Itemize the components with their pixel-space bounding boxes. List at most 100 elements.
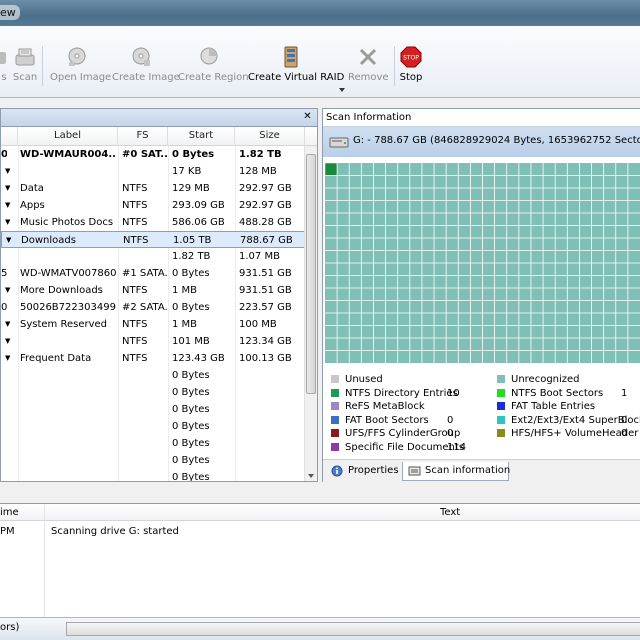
row-fs [122, 248, 167, 265]
table-row[interactable]: ▼ 17 KB 128 MB [1, 163, 305, 180]
raid-dropdown-arrow[interactable] [339, 88, 345, 92]
expand-arrow-icon[interactable] [5, 248, 15, 265]
status-bar: ors) [0, 617, 640, 640]
table-row[interactable]: 0 Bytes [1, 401, 305, 418]
create-virtual-raid-button[interactable]: Create Virtual RAID [248, 46, 344, 96]
table-row[interactable]: 0...WD-WMAUR004...#0 SAT...0 Bytes1.82 T… [1, 146, 305, 163]
row-size: 488.28 GB [239, 217, 292, 228]
table-row[interactable]: ▼ More Downloads NTFS 1 MB 931.51 GB [1, 282, 305, 299]
row-fs [122, 367, 167, 384]
table-row[interactable]: 0 Bytes [1, 384, 305, 401]
expand-arrow-icon[interactable] [5, 469, 15, 481]
row-fs: NTFS [122, 336, 148, 347]
row-fs: NTFS [122, 353, 148, 364]
expand-arrow-icon[interactable]: ▼ [5, 214, 15, 231]
legend-label: FAT Boot Sectors [345, 414, 429, 426]
column-header-label[interactable]: Label [18, 127, 118, 146]
ribbon-toolbar: s Scan Open Image Create Image Create Re… [0, 26, 640, 98]
column-header-start[interactable]: Start [168, 127, 235, 146]
expand-arrow-icon[interactable] [5, 401, 15, 418]
column-header-size[interactable]: Size [235, 127, 305, 146]
row-fs: NTFS [122, 217, 148, 228]
scan-button[interactable]: Scan [12, 46, 38, 96]
row-fs [122, 469, 167, 481]
expand-arrow-icon[interactable] [5, 146, 15, 163]
row-label: WD-WMAUR004... [20, 149, 116, 160]
log-column-text[interactable]: Text [440, 504, 460, 521]
table-row[interactable]: 0 Bytes [1, 418, 305, 435]
table-row[interactable]: ▼ Downloads NTFS 1.05 TB 788.67 GB [1, 231, 305, 248]
legend-entry: UFS/FFS CylinderGroup 0 [331, 427, 491, 440]
expand-arrow-icon[interactable]: ▼ [5, 316, 15, 333]
log-row[interactable]: PM Scanning drive G: started [0, 523, 640, 540]
expand-arrow-icon[interactable] [5, 452, 15, 469]
row-size: 123.34 GB [239, 336, 292, 347]
expand-arrow-icon[interactable]: ▼ [5, 180, 15, 197]
expand-arrow-icon[interactable]: ▼ [5, 163, 15, 180]
tab-scan-information[interactable]: Scan information [402, 462, 510, 481]
create-region-button[interactable]: Create Region [178, 46, 249, 96]
open-image-button[interactable]: Open Image [50, 46, 111, 96]
table-row[interactable]: ▼ Apps NTFS 293.09 GB 292.97 GB [1, 197, 305, 214]
row-size [239, 469, 303, 481]
legend-value: 0 [447, 414, 454, 426]
legend-label: Unrecognized [511, 374, 580, 385]
table-row[interactable]: ▼ Data NTFS 129 MB 292.97 GB [1, 180, 305, 197]
tab-properties[interactable]: Properties [326, 462, 402, 481]
remove-button[interactable]: Remove [348, 46, 389, 96]
expand-arrow-icon[interactable]: ▼ [5, 197, 15, 214]
legend-swatch [497, 415, 505, 424]
table-row[interactable]: ▼ Frequent Data NTFS 123.43 GB 100.13 GB [1, 350, 305, 367]
title-bar[interactable]: ew [0, 0, 640, 26]
row-label: 50026B7223034999 [20, 302, 116, 313]
row-fs [122, 384, 167, 401]
table-row[interactable]: 5WD-WMATV0078603#1 SATA...0 Bytes931.51 … [1, 265, 305, 282]
table-row[interactable]: 1.82 TB 1.07 MB [1, 248, 305, 265]
table-row[interactable]: 0 Bytes [1, 435, 305, 452]
close-icon[interactable]: ✕ [301, 111, 314, 124]
table-row[interactable]: ▼ System Reserved NTFS 1 MB 100 MB [1, 316, 305, 333]
expand-arrow-icon[interactable] [5, 299, 15, 316]
expand-arrow-icon[interactable] [5, 418, 15, 435]
row-start: 17 KB [172, 166, 202, 177]
open-image-icon [68, 47, 86, 66]
scrollbar-thumb[interactable] [306, 154, 316, 394]
table-row[interactable]: 0 Bytes [1, 469, 305, 481]
row-label [20, 333, 116, 350]
scroll-down-arrow[interactable] [308, 474, 314, 478]
expand-arrow-icon[interactable] [5, 367, 15, 384]
row-fs: NTFS [122, 319, 148, 330]
table-row[interactable]: 050026B7223034999#2 SATA...0 Bytes223.57… [1, 299, 305, 316]
legend-value: 10 [447, 387, 460, 399]
row-size: 931.51 GB [239, 285, 292, 296]
row-label: Data [20, 183, 44, 194]
row-fs [122, 418, 167, 435]
expand-arrow-icon[interactable]: ▼ [5, 282, 15, 299]
column-header-fs[interactable]: FS [118, 127, 168, 146]
table-row[interactable]: ▼ Music Photos Docs NTFS 586.06 GB 488.28 GB [1, 214, 305, 231]
table-row[interactable]: 0 Bytes [1, 367, 305, 384]
legend-value: 0 [621, 414, 628, 426]
expand-arrow-icon[interactable]: ▼ [6, 232, 16, 249]
log-column-time[interactable]: ime [0, 504, 19, 521]
expand-arrow-icon[interactable] [5, 384, 15, 401]
partial-toolbar-button[interactable]: s [0, 46, 8, 96]
stop-button[interactable]: STOP Stop [398, 46, 424, 96]
legend-entry: HFS/HFS+ VolumeHeader 0 [497, 427, 638, 440]
expand-arrow-icon[interactable] [5, 435, 15, 452]
create-image-button[interactable]: Create Image [112, 46, 180, 96]
expand-arrow-icon[interactable]: ▼ [5, 333, 15, 350]
legend-swatch [331, 375, 339, 383]
drives-vertical-scrollbar[interactable] [304, 146, 317, 481]
row-size [239, 401, 303, 418]
expand-arrow-icon[interactable]: ▼ [5, 350, 15, 367]
row-start: 0 Bytes [172, 268, 210, 279]
column-header-name[interactable] [1, 127, 18, 146]
log-time: PM [0, 526, 15, 537]
table-row[interactable]: 0 Bytes [1, 452, 305, 469]
legend-value: 0 [447, 428, 454, 440]
table-row[interactable]: ▼ NTFS 101 MB 123.34 GB [1, 333, 305, 350]
properties-icon [331, 465, 343, 477]
expand-arrow-icon[interactable] [5, 265, 15, 282]
toolbar-separator [394, 46, 395, 86]
